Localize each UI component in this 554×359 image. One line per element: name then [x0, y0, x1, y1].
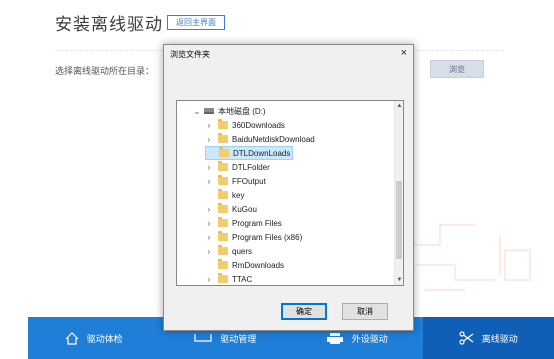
tree-item-label: BaiduNetdiskDownload	[232, 134, 315, 144]
folder-icon	[218, 273, 228, 283]
scroll-thumb[interactable]	[396, 181, 402, 259]
tree-item-label: 本地磁盘 (D:)	[218, 106, 266, 116]
folder-icon	[218, 203, 228, 213]
drive-icon	[204, 108, 214, 114]
folder-icon	[219, 147, 229, 157]
folder-icon	[218, 119, 228, 129]
tree-item[interactable]: › BaiduNetdiskDownload	[205, 132, 315, 146]
expand-arrow-icon[interactable]: ⌄	[193, 107, 201, 116]
tree-item-label: TTAC	[232, 274, 253, 284]
folder-icon	[218, 231, 228, 241]
folder-icon	[218, 133, 228, 143]
tree-item-label: FFOutput	[232, 176, 266, 186]
tree-item-label: KuGou	[232, 204, 257, 214]
nav-label: 离线驱动	[481, 333, 518, 344]
nav-label: 外设驱动	[351, 333, 388, 344]
folder-icon	[218, 161, 228, 171]
close-icon[interactable]: ×	[401, 47, 407, 59]
tree-item[interactable]: DTLDownLoads	[205, 146, 294, 160]
tree-item-label: key	[232, 190, 245, 200]
expand-arrow-icon[interactable]: ›	[205, 177, 213, 186]
folder-icon	[218, 189, 228, 199]
circuit-decoration	[410, 224, 531, 291]
expand-arrow-icon[interactable]: ›	[205, 121, 213, 130]
nav-label: 驱动管理	[220, 333, 257, 344]
folder-tree: ⌄ 本地磁盘 (D:) › 360Downloads › BaiduNetdiskDown…	[176, 100, 404, 286]
browse-button[interactable]: 浏览	[430, 60, 484, 78]
directory-label: 选择离线驱动所在目录：	[55, 66, 155, 76]
ok-button[interactable]: 确定	[281, 303, 327, 320]
tree-item[interactable]: › DTLFolder	[205, 160, 270, 174]
tree-item[interactable]: › 360Downloads	[205, 118, 285, 132]
tree-item-label: DTLDownLoads	[233, 148, 291, 158]
tree-item-label: RmDownloads	[232, 260, 285, 270]
expand-arrow-icon[interactable]: ›	[205, 247, 213, 256]
tree-item-label: quers	[232, 246, 253, 256]
expand-arrow-icon[interactable]: ›	[205, 135, 213, 144]
browse-folder-dialog: 浏览文件夹 × ⌄ 本地磁盘 (D:) › 360Downloads › BaiduNet…	[163, 44, 414, 331]
expand-arrow-icon[interactable]: ›	[205, 219, 213, 228]
tree-item[interactable]: › Program Files	[205, 216, 282, 230]
tree-item[interactable]: RmDownloads	[205, 258, 284, 272]
expand-arrow-icon[interactable]: ›	[205, 205, 213, 214]
tree-scrollbar[interactable]: ▲ ▼	[394, 101, 403, 285]
cancel-button[interactable]: 取消	[342, 303, 388, 320]
tree-item-label: 360Downloads	[232, 120, 285, 130]
return-main-button[interactable]: 返回主界面	[167, 15, 225, 30]
monitor-icon	[194, 334, 212, 342]
folder-icon	[218, 259, 228, 269]
tree-item[interactable]: › KuGou	[205, 202, 257, 216]
home-icon	[65, 331, 79, 345]
expand-arrow-icon[interactable]: ›	[205, 163, 213, 172]
scroll-up-icon[interactable]: ▲	[395, 101, 403, 111]
nav-item-offline-driver[interactable]: 离线驱动	[422, 317, 554, 359]
tree-item[interactable]: › FFOutput	[205, 174, 266, 188]
page-title: 安装离线驱动	[55, 15, 163, 34]
printer-icon	[326, 332, 343, 344]
nav-item-health-check[interactable]: 驱动体检	[28, 317, 160, 359]
expand-arrow-icon[interactable]: ›	[205, 275, 213, 284]
scroll-down-icon[interactable]: ▼	[395, 275, 403, 285]
tree-item[interactable]: › TTAC	[205, 272, 253, 285]
tree-item-label: Program Files (x86)	[232, 232, 303, 242]
tree-item[interactable]: › Program Files (x86)	[205, 230, 302, 244]
scissors-tool-icon	[459, 331, 474, 345]
dialog-title: 浏览文件夹	[170, 50, 210, 59]
folder-icon	[218, 245, 228, 255]
tree-item-label: DTLFolder	[232, 162, 270, 172]
tree-item[interactable]: key	[205, 188, 244, 202]
expand-arrow-icon[interactable]: ›	[205, 233, 213, 242]
tree-item-label: Program Files	[232, 218, 282, 228]
folder-icon	[218, 217, 228, 227]
folder-icon	[218, 175, 228, 185]
nav-label: 驱动体检	[86, 333, 123, 344]
tree-item[interactable]: ⌄ 本地磁盘 (D:)	[193, 104, 266, 118]
tree-item[interactable]: › quers	[205, 244, 252, 258]
